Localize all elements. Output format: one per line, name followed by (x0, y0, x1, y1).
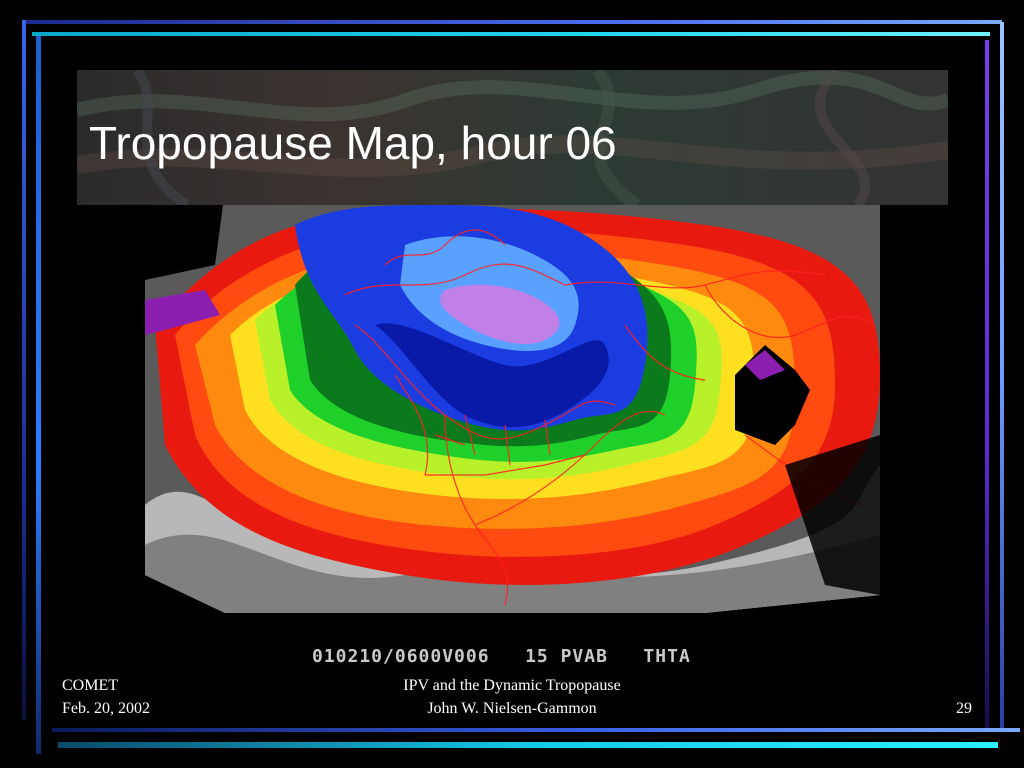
footer-talk-title: IPV and the Dynamic Tropopause (403, 677, 621, 694)
decorative-bar-top-cyan (32, 32, 990, 36)
footer-author: John W. Nielsen-Gammon (427, 700, 597, 717)
footer-center: IPV and the Dynamic Tropopause John W. N… (362, 674, 662, 720)
decorative-bar-left-blue (36, 36, 41, 754)
slide-number: 29 (956, 700, 972, 717)
title-band: Tropopause Map, hour 06 (77, 70, 948, 205)
decorative-bar-right-blue (1000, 22, 1004, 728)
decorative-bar-bottom-cyan (58, 742, 998, 748)
map-caption: 010210/0600V006 15 PVAB THTA (312, 646, 691, 667)
decorative-bar-right-purple (985, 40, 989, 730)
footer-date: Feb. 20, 2002 (62, 700, 150, 717)
footer-left: COMET Feb. 20, 2002 (62, 674, 150, 720)
footer-org: COMET (62, 677, 118, 694)
decorative-bar-bottom-blue (52, 728, 1020, 732)
decorative-bar-left-dark (22, 20, 26, 720)
tropopause-map (145, 205, 880, 613)
slide-title: Tropopause Map, hour 06 (89, 117, 617, 169)
decorative-bar-top-blue (22, 20, 1002, 24)
